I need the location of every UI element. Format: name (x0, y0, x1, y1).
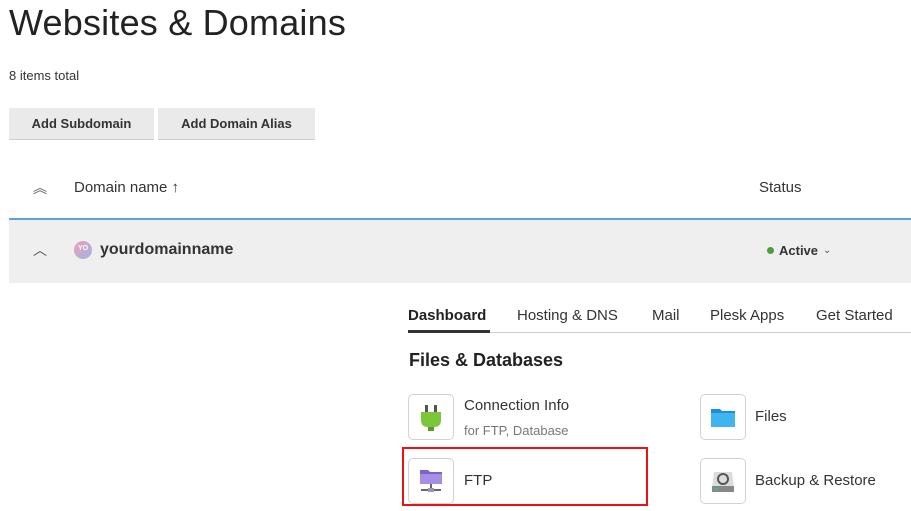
avatar-text: YO (77, 245, 89, 252)
connection-info-sublabel: for FTP, Database (464, 423, 569, 438)
connection-info-button[interactable] (408, 394, 454, 440)
connection-info-label[interactable]: Connection Info (464, 397, 569, 414)
tab-plesk-apps[interactable]: Plesk Apps (710, 307, 784, 324)
collapse-row-icon[interactable]: ︿ (33, 240, 47, 260)
tab-hosting-dns[interactable]: Hosting & DNS (517, 307, 618, 324)
files-label[interactable]: Files (755, 408, 787, 425)
column-domain-name[interactable]: Domain name ↑ (74, 179, 179, 196)
backup-icon (712, 472, 734, 492)
files-button[interactable] (700, 394, 746, 440)
section-title: Files & Databases (409, 350, 564, 370)
folder-icon (711, 409, 735, 427)
status-dropdown[interactable]: Active ⌄ (767, 243, 831, 258)
add-domain-alias-button[interactable]: Add Domain Alias (158, 108, 315, 140)
chevron-down-icon: ⌄ (823, 245, 832, 256)
column-status: Status (759, 179, 802, 196)
domain-avatar: YO (74, 241, 92, 259)
domain-name-link[interactable]: yourdomainname (100, 241, 233, 259)
plug-icon (421, 405, 441, 431)
tab-get-started[interactable]: Get Started (816, 307, 893, 324)
items-total: 8 items total (9, 68, 80, 83)
status-label: Active (779, 243, 819, 258)
tab-mail[interactable]: Mail (652, 307, 680, 324)
page-title: Websites & Domains (9, 2, 347, 43)
collapse-all-icon[interactable]: ︽ (33, 178, 47, 198)
active-tab-indicator (408, 330, 490, 333)
tab-dashboard[interactable]: Dashboard (408, 307, 486, 324)
backup-restore-button[interactable] (700, 458, 746, 504)
ftp-highlight-box (402, 447, 648, 506)
status-dot-icon (767, 247, 774, 254)
backup-restore-label[interactable]: Backup & Restore (755, 472, 876, 489)
add-subdomain-button[interactable]: Add Subdomain (9, 108, 154, 140)
